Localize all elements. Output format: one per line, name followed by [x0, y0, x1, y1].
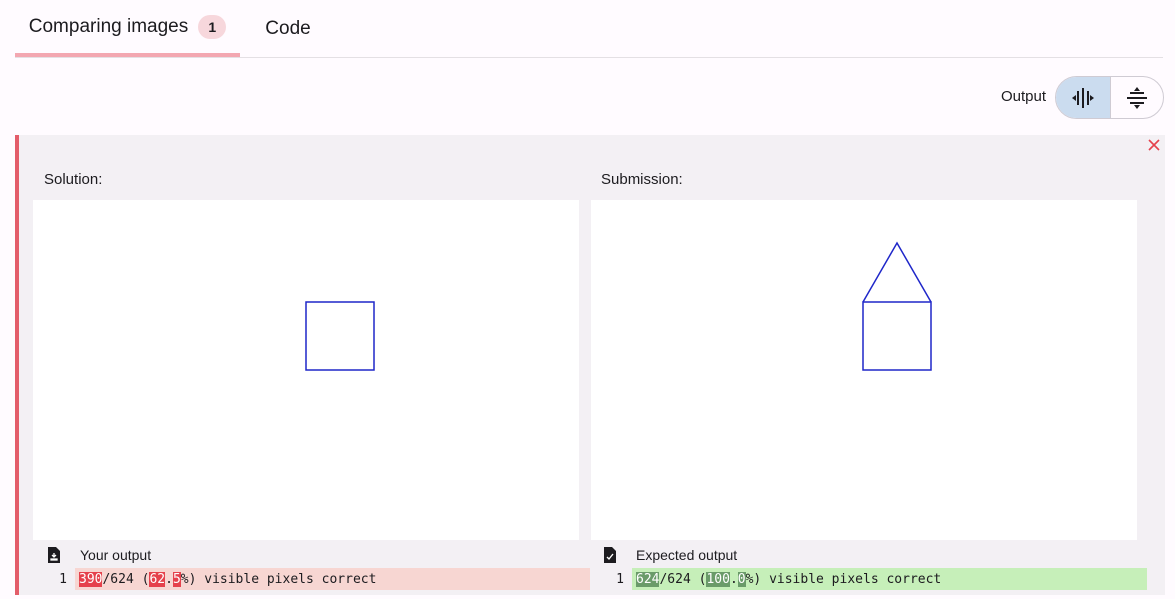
- submission-square: [862, 301, 932, 371]
- line-number: 1: [59, 571, 67, 587]
- tab-comparing-images[interactable]: Comparing images 1: [15, 0, 240, 57]
- your-output-line: 1 390/624 (62. 5%) visible pixels correct: [33, 568, 590, 590]
- pct-open: (: [690, 571, 707, 587]
- comparison-result-panel: Solution: Your output 1 390/624 (62. 5%) …: [15, 135, 1165, 595]
- expected-output-line: 1 624/624 (100. 0%) visible pixels correc…: [590, 568, 1147, 590]
- expected-output-header: Expected output: [603, 545, 737, 565]
- comparison-body: Solution: Your output 1 390/624 (62. 5%) …: [33, 158, 1147, 590]
- tab-code-label: Code: [265, 17, 311, 39]
- side-by-side-icon: [1071, 87, 1094, 108]
- file-output-icon: [48, 547, 60, 563]
- line-number: 1: [616, 571, 624, 587]
- pct-int: 100: [706, 571, 730, 587]
- side-by-side-button[interactable]: [1056, 77, 1110, 118]
- stacked-button[interactable]: [1109, 77, 1164, 118]
- pct-dot: .: [729, 571, 738, 587]
- total-pixel-count: /624: [659, 571, 691, 587]
- solution-column: Solution: Your output 1 390/624 (62. 5%) …: [33, 158, 590, 590]
- diff-suffix: %) visible pixels correct: [745, 571, 942, 587]
- tab-count-badge: 1: [198, 14, 227, 39]
- solution-canvas: [33, 200, 579, 540]
- diff-suffix: %) visible pixels correct: [180, 571, 377, 587]
- submission-heading: Submission:: [601, 171, 683, 188]
- tab-bar: Comparing images 1 Code: [15, 0, 1163, 58]
- pct-dec: 5: [172, 571, 181, 587]
- output-mode-label: Output: [1001, 88, 1047, 105]
- stacked-icon: [1126, 86, 1147, 109]
- tab-code[interactable]: Code: [248, 0, 328, 57]
- submission-column: Submission: Expected output 1 624/624 (1…: [590, 158, 1147, 590]
- output-mode-toggle: [1055, 76, 1164, 119]
- tab-comparing-images-label: Comparing images: [28, 15, 189, 37]
- your-output-label: Your output: [80, 547, 152, 563]
- correct-pixel-count: 624: [636, 571, 660, 587]
- submission-roof: [862, 241, 932, 303]
- pct-open: (: [133, 571, 150, 587]
- total-pixel-count: /624: [102, 571, 134, 587]
- solution-heading: Solution:: [44, 171, 103, 188]
- submission-drawing: [862, 241, 932, 371]
- file-check-icon: [604, 547, 616, 563]
- expected-output-diff: 624/624 (100. 0%) visible pixels correct: [632, 568, 1147, 590]
- solution-drawing: [305, 301, 375, 371]
- your-output-header: Your output: [47, 545, 151, 565]
- pct-int: 62: [149, 571, 166, 587]
- solution-square: [305, 301, 375, 371]
- expected-output-label: Expected output: [636, 547, 738, 563]
- close-icon[interactable]: [1146, 137, 1162, 153]
- pct-dot: .: [165, 571, 173, 587]
- submission-canvas: [591, 200, 1137, 540]
- your-output-diff: 390/624 (62. 5%) visible pixels correct: [75, 568, 590, 590]
- correct-pixel-count: 390: [79, 571, 103, 587]
- pct-dec: 0: [737, 571, 746, 587]
